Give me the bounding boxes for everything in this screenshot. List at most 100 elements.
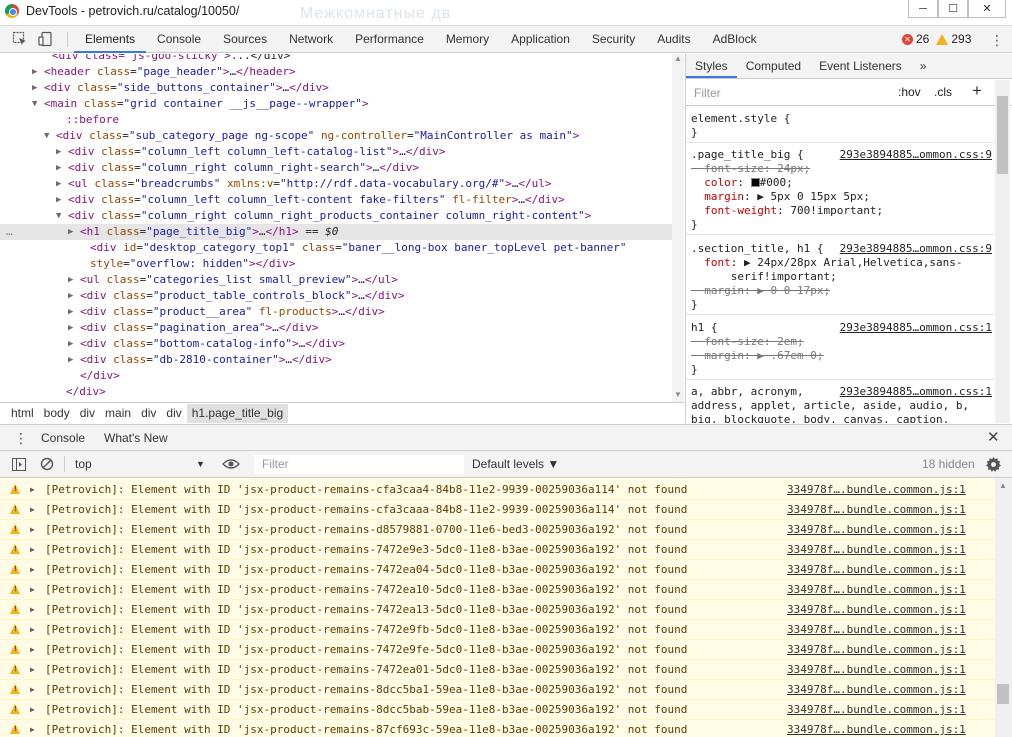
dom-node[interactable]: <div class="side_buttons_container">…</d… bbox=[44, 80, 329, 96]
drawer-tab-console[interactable]: Console bbox=[34, 425, 93, 453]
breadcrumb-item[interactable]: h1.page_title_big bbox=[186, 403, 289, 423]
console-warning-row[interactable]: ▶ [Petrovich]: Element with ID 'jsx-produ… bbox=[0, 580, 995, 600]
console-filter-input[interactable]: Filter bbox=[262, 457, 289, 471]
more-options-icon[interactable]: ⋮ bbox=[990, 32, 1004, 48]
expand-triangle-icon[interactable]: ▶ bbox=[32, 64, 37, 80]
expand-triangle-icon[interactable]: ▶ bbox=[56, 160, 61, 176]
console-source-link[interactable]: 334978f….bundle.common.js:1 bbox=[787, 600, 966, 620]
style-declaration[interactable]: } bbox=[691, 126, 698, 140]
style-declaration[interactable]: big, blockquote, body, canvas, caption, bbox=[691, 413, 949, 423]
rule-selector[interactable]: .section_title, h1 { bbox=[691, 242, 823, 256]
breadcrumb-item[interactable]: body bbox=[39, 404, 75, 423]
close-drawer-icon[interactable]: ✕ bbox=[987, 428, 1000, 446]
dom-node[interactable]: <div class="product__area" fl-products>…… bbox=[80, 304, 385, 320]
expand-stack-triangle-icon[interactable]: ▶ bbox=[30, 540, 35, 560]
style-declaration[interactable]: color: #000; bbox=[691, 176, 793, 190]
style-declaration[interactable]: } bbox=[691, 218, 698, 232]
style-declaration[interactable]: serif!important; bbox=[691, 270, 837, 284]
console-source-link[interactable]: 334978f….bundle.common.js:1 bbox=[787, 680, 966, 700]
drawer-tab-whats-new[interactable]: What's New bbox=[104, 425, 168, 451]
dom-node[interactable]: </div> bbox=[66, 384, 106, 400]
dom-node[interactable]: ::before bbox=[66, 112, 119, 128]
expand-stack-triangle-icon[interactable]: ▶ bbox=[30, 480, 35, 500]
rule-selector[interactable]: h1 { bbox=[691, 321, 718, 335]
expand-triangle-icon[interactable]: ▶ bbox=[56, 192, 61, 208]
expand-triangle-icon[interactable]: ▶ bbox=[68, 288, 73, 304]
console-warning-row[interactable]: ▶ [Petrovich]: Element with ID 'jsx-produ… bbox=[0, 520, 995, 540]
device-toolbar-icon[interactable] bbox=[38, 31, 54, 47]
expand-stack-triangle-icon[interactable]: ▶ bbox=[30, 620, 35, 640]
tab-audits[interactable]: Audits bbox=[646, 26, 701, 53]
console-source-link[interactable]: 334978f….bundle.common.js:1 bbox=[787, 720, 966, 737]
tab-adblock[interactable]: AdBlock bbox=[702, 26, 768, 53]
expand-triangle-icon[interactable]: ▶ bbox=[68, 224, 73, 240]
dom-node[interactable]: <div class="db-2810-container">…</div> bbox=[80, 352, 332, 368]
expand-stack-triangle-icon[interactable]: ▶ bbox=[30, 600, 35, 620]
rule-selector[interactable]: .page_title_big { bbox=[691, 148, 804, 162]
dom-node[interactable]: <ul class="breadcrumbs" xmlns:v="http://… bbox=[68, 176, 552, 192]
console-source-link[interactable]: 334978f….bundle.common.js:1 bbox=[787, 660, 966, 680]
collapse-triangle-icon[interactable]: ▼ bbox=[44, 128, 49, 144]
console-warning-row[interactable]: ▶ [Petrovich]: Element with ID 'jsx-produ… bbox=[0, 640, 995, 660]
tab-performance[interactable]: Performance bbox=[344, 26, 435, 53]
tab-network[interactable]: Network bbox=[278, 26, 344, 53]
maximize-button[interactable]: ☐ bbox=[938, 0, 968, 18]
dom-node[interactable]: <div class="js-goo-sticky">...</div> bbox=[52, 54, 290, 64]
style-declaration[interactable]: font-size: 24px; bbox=[691, 162, 810, 176]
console-warning-row[interactable]: ▶ [Petrovich]: Element with ID 'jsx-produ… bbox=[0, 620, 995, 640]
tab-console[interactable]: Console bbox=[146, 26, 212, 53]
minimize-button[interactable]: ─ bbox=[908, 0, 938, 18]
console-source-link[interactable]: 334978f….bundle.common.js:1 bbox=[787, 520, 966, 540]
expand-triangle-icon[interactable]: ▶ bbox=[68, 336, 73, 352]
expand-stack-triangle-icon[interactable]: ▶ bbox=[30, 720, 35, 737]
expand-stack-triangle-icon[interactable]: ▶ bbox=[30, 700, 35, 720]
elements-scrollbar[interactable]: ▲ ▼ bbox=[672, 54, 684, 402]
rule-source-link[interactable]: 293e3894885…ommon.css:9 bbox=[840, 148, 992, 161]
inspect-element-icon[interactable] bbox=[12, 31, 28, 47]
console-settings-gear-icon[interactable] bbox=[986, 457, 1001, 472]
expand-stack-triangle-icon[interactable]: ▶ bbox=[30, 660, 35, 680]
log-levels-dropdown[interactable]: Default levels ▼ bbox=[472, 457, 559, 471]
rule-source-link[interactable]: 293e3894885…ommon.css:1 bbox=[840, 385, 992, 398]
dom-node[interactable]: <h1 class="page_title_big">…</h1> == $0 bbox=[80, 224, 338, 240]
live-expression-eye-icon[interactable] bbox=[222, 458, 240, 470]
scroll-down-icon[interactable]: ▼ bbox=[674, 390, 682, 399]
tab-security[interactable]: Security bbox=[581, 26, 646, 53]
console-warning-row[interactable]: ▶ [Petrovich]: Element with ID 'jsx-produ… bbox=[0, 540, 995, 560]
console-source-link[interactable]: 334978f….bundle.common.js:1 bbox=[787, 620, 966, 640]
console-warning-row[interactable]: ▶ [Petrovich]: Element with ID 'jsx-produ… bbox=[0, 680, 995, 700]
collapse-triangle-icon[interactable]: ▼ bbox=[32, 96, 37, 112]
console-source-link[interactable]: 334978f….bundle.common.js:1 bbox=[787, 700, 966, 720]
hov-toggle[interactable]: :hov bbox=[898, 85, 921, 99]
console-warning-row[interactable]: ▶ [Petrovich]: Element with ID 'jsx-produ… bbox=[0, 720, 995, 737]
breadcrumb-item[interactable]: html bbox=[6, 404, 39, 423]
dom-node[interactable]: <main class="grid container __js__page--… bbox=[44, 96, 369, 112]
scroll-up-icon[interactable]: ▲ bbox=[674, 54, 682, 63]
style-declaration[interactable]: font-weight: 700!important; bbox=[691, 204, 883, 218]
new-rule-button[interactable]: + bbox=[972, 81, 982, 101]
expand-triangle-icon[interactable]: ▶ bbox=[68, 304, 73, 320]
expand-stack-triangle-icon[interactable]: ▶ bbox=[30, 580, 35, 600]
expand-triangle-icon[interactable]: ▶ bbox=[56, 144, 61, 160]
style-declaration[interactable]: margin: ▶ 5px 0 15px 5px; bbox=[691, 190, 870, 204]
sidebar-tab-event-listeners[interactable]: Event Listeners bbox=[810, 54, 911, 78]
styles-filter-input[interactable]: Filter bbox=[694, 86, 721, 100]
expand-triangle-icon[interactable]: ▶ bbox=[68, 352, 73, 368]
collapse-triangle-icon[interactable]: ▼ bbox=[56, 208, 61, 224]
tab-application[interactable]: Application bbox=[500, 26, 581, 53]
style-declaration[interactable]: font-size: 2em; bbox=[691, 335, 803, 349]
breadcrumb-item[interactable]: div bbox=[161, 404, 186, 423]
more-sidebar-tabs-icon[interactable]: » bbox=[911, 54, 936, 78]
dom-node[interactable]: <div class="column_left column_left-cont… bbox=[68, 192, 565, 208]
style-declaration[interactable]: address, applet, article, aside, audio, … bbox=[691, 399, 969, 413]
expand-stack-triangle-icon[interactable]: ▶ bbox=[30, 560, 35, 580]
style-declaration[interactable]: } bbox=[691, 298, 698, 312]
dom-node[interactable]: <div class="column_right column_right_pr… bbox=[68, 208, 591, 224]
expand-stack-triangle-icon[interactable]: ▶ bbox=[30, 500, 35, 520]
console-source-link[interactable]: 334978f….bundle.common.js:1 bbox=[787, 500, 966, 520]
dom-node[interactable]: <div class="column_right column_right-se… bbox=[68, 160, 419, 176]
tab-elements[interactable]: Elements bbox=[74, 26, 147, 53]
expand-triangle-icon[interactable]: ▶ bbox=[32, 80, 37, 96]
rule-selector[interactable]: a, abbr, acronym, bbox=[691, 385, 804, 399]
breadcrumb-item[interactable]: div bbox=[136, 404, 161, 423]
